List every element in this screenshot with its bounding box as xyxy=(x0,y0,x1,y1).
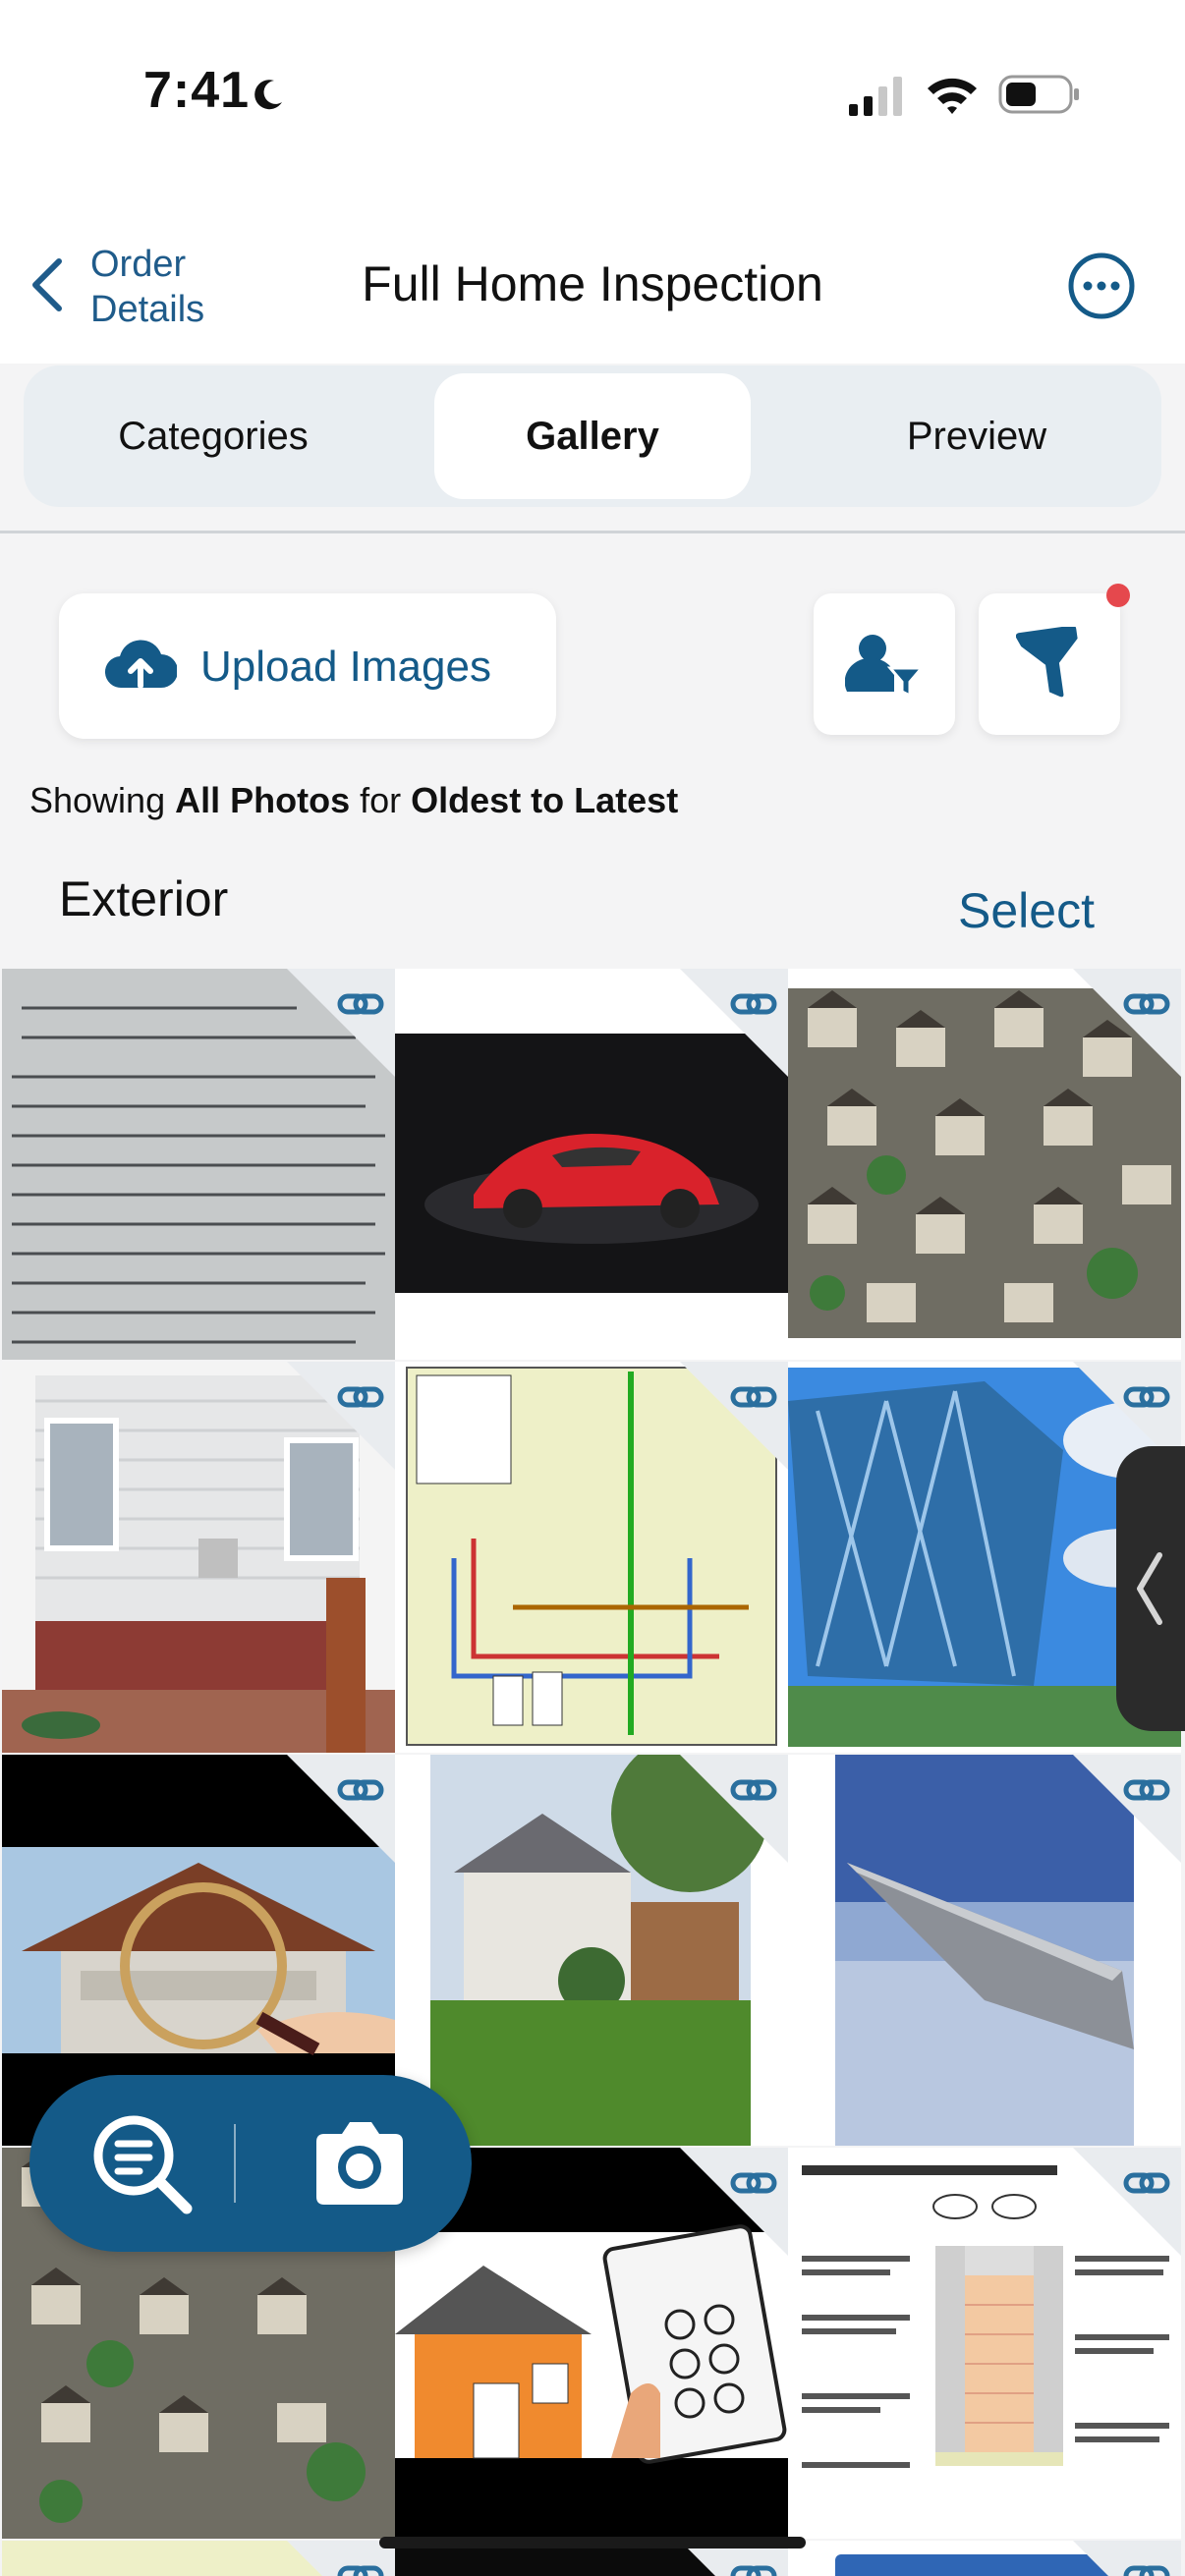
linked-photo-icon xyxy=(287,2541,395,2576)
funnel-icon xyxy=(1016,627,1078,698)
fab-divider xyxy=(234,2124,236,2203)
ellipsis-circle-icon[interactable] xyxy=(1066,251,1137,321)
nav-header: Order Details Full Home Inspection xyxy=(0,196,1185,364)
filter-summary-prefix: Showing xyxy=(29,780,166,820)
filter-summary-middle: for xyxy=(360,780,402,820)
filter-summary-filter: All Photos xyxy=(175,780,351,820)
linked-photo-icon xyxy=(1073,1755,1181,1863)
user-filter-button[interactable] xyxy=(814,593,955,735)
camera-icon xyxy=(316,2122,403,2205)
battery-icon xyxy=(998,75,1079,114)
search-report-button[interactable] xyxy=(85,2106,198,2220)
document-search-icon xyxy=(93,2115,193,2214)
linked-photo-icon xyxy=(1073,969,1181,1077)
wifi-icon xyxy=(928,78,977,114)
page-title: Full Home Inspection xyxy=(362,256,823,311)
upload-images-label: Upload Images xyxy=(200,643,491,691)
chevron-left-icon xyxy=(1137,1552,1162,1625)
status-bar: 7:41 xyxy=(0,0,1185,196)
filter-summary: Showing All Photos for Oldest to Latest xyxy=(29,780,678,821)
linked-photo-icon xyxy=(287,1755,395,1863)
divider xyxy=(0,531,1185,533)
linked-photo-icon xyxy=(1073,2541,1181,2576)
linked-photo-icon xyxy=(680,969,788,1077)
side-panel-handle[interactable] xyxy=(1116,1446,1185,1731)
select-button[interactable]: Select xyxy=(958,882,1095,939)
home-indicator xyxy=(379,2537,806,2548)
linked-photo-icon xyxy=(287,969,395,1077)
tab-preview[interactable]: Preview xyxy=(800,373,1154,499)
tab-gallery[interactable]: Gallery xyxy=(434,373,751,499)
section-title: Exterior xyxy=(59,871,229,926)
tab-bar: Categories Gallery Preview xyxy=(24,365,1161,507)
linked-photo-icon xyxy=(680,2148,788,2256)
cloud-upload-icon xyxy=(105,640,177,689)
linked-photo-icon xyxy=(287,1362,395,1470)
tab-categories[interactable]: Categories xyxy=(31,373,395,499)
status-time: 7:41 xyxy=(143,62,251,119)
linked-photo-icon xyxy=(1073,2148,1181,2256)
linked-photo-icon xyxy=(680,1362,788,1470)
filter-button[interactable] xyxy=(979,593,1120,735)
filter-summary-sort: Oldest to Latest xyxy=(411,780,679,820)
moon-icon xyxy=(254,80,282,110)
signal-icon xyxy=(849,77,902,116)
floating-action-bar xyxy=(29,2075,472,2252)
filter-active-badge xyxy=(1106,584,1130,607)
linked-photo-icon xyxy=(680,1755,788,1863)
camera-button[interactable] xyxy=(303,2106,417,2220)
user-filter-icon xyxy=(845,635,924,699)
upload-images-button[interactable]: Upload Images xyxy=(59,593,556,739)
